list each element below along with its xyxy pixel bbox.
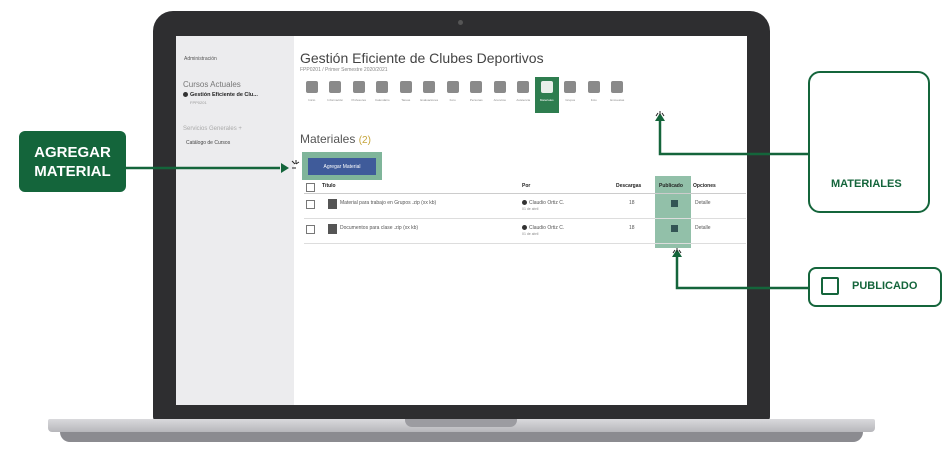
materiales-callout-label: MATERIALES — [831, 178, 902, 190]
agregar-callout-line1: AGREGAR — [34, 143, 111, 161]
callout-connectors — [126, 94, 894, 291]
click-sparkle-icons — [291, 111, 682, 254]
materiales-callout — [808, 71, 930, 213]
publicado-callout-label: PUBLICADO — [852, 280, 918, 292]
agregar-callout-line2: MATERIAL — [34, 162, 111, 180]
agregar-material-callout: AGREGAR MATERIAL — [19, 131, 126, 192]
publicado-connector-line — [675, 257, 808, 290]
agregar-arrow-head — [281, 163, 289, 173]
materiales-connector-line — [658, 121, 808, 156]
checkbox-icon — [821, 277, 839, 295]
sparkle-icon — [291, 160, 300, 169]
